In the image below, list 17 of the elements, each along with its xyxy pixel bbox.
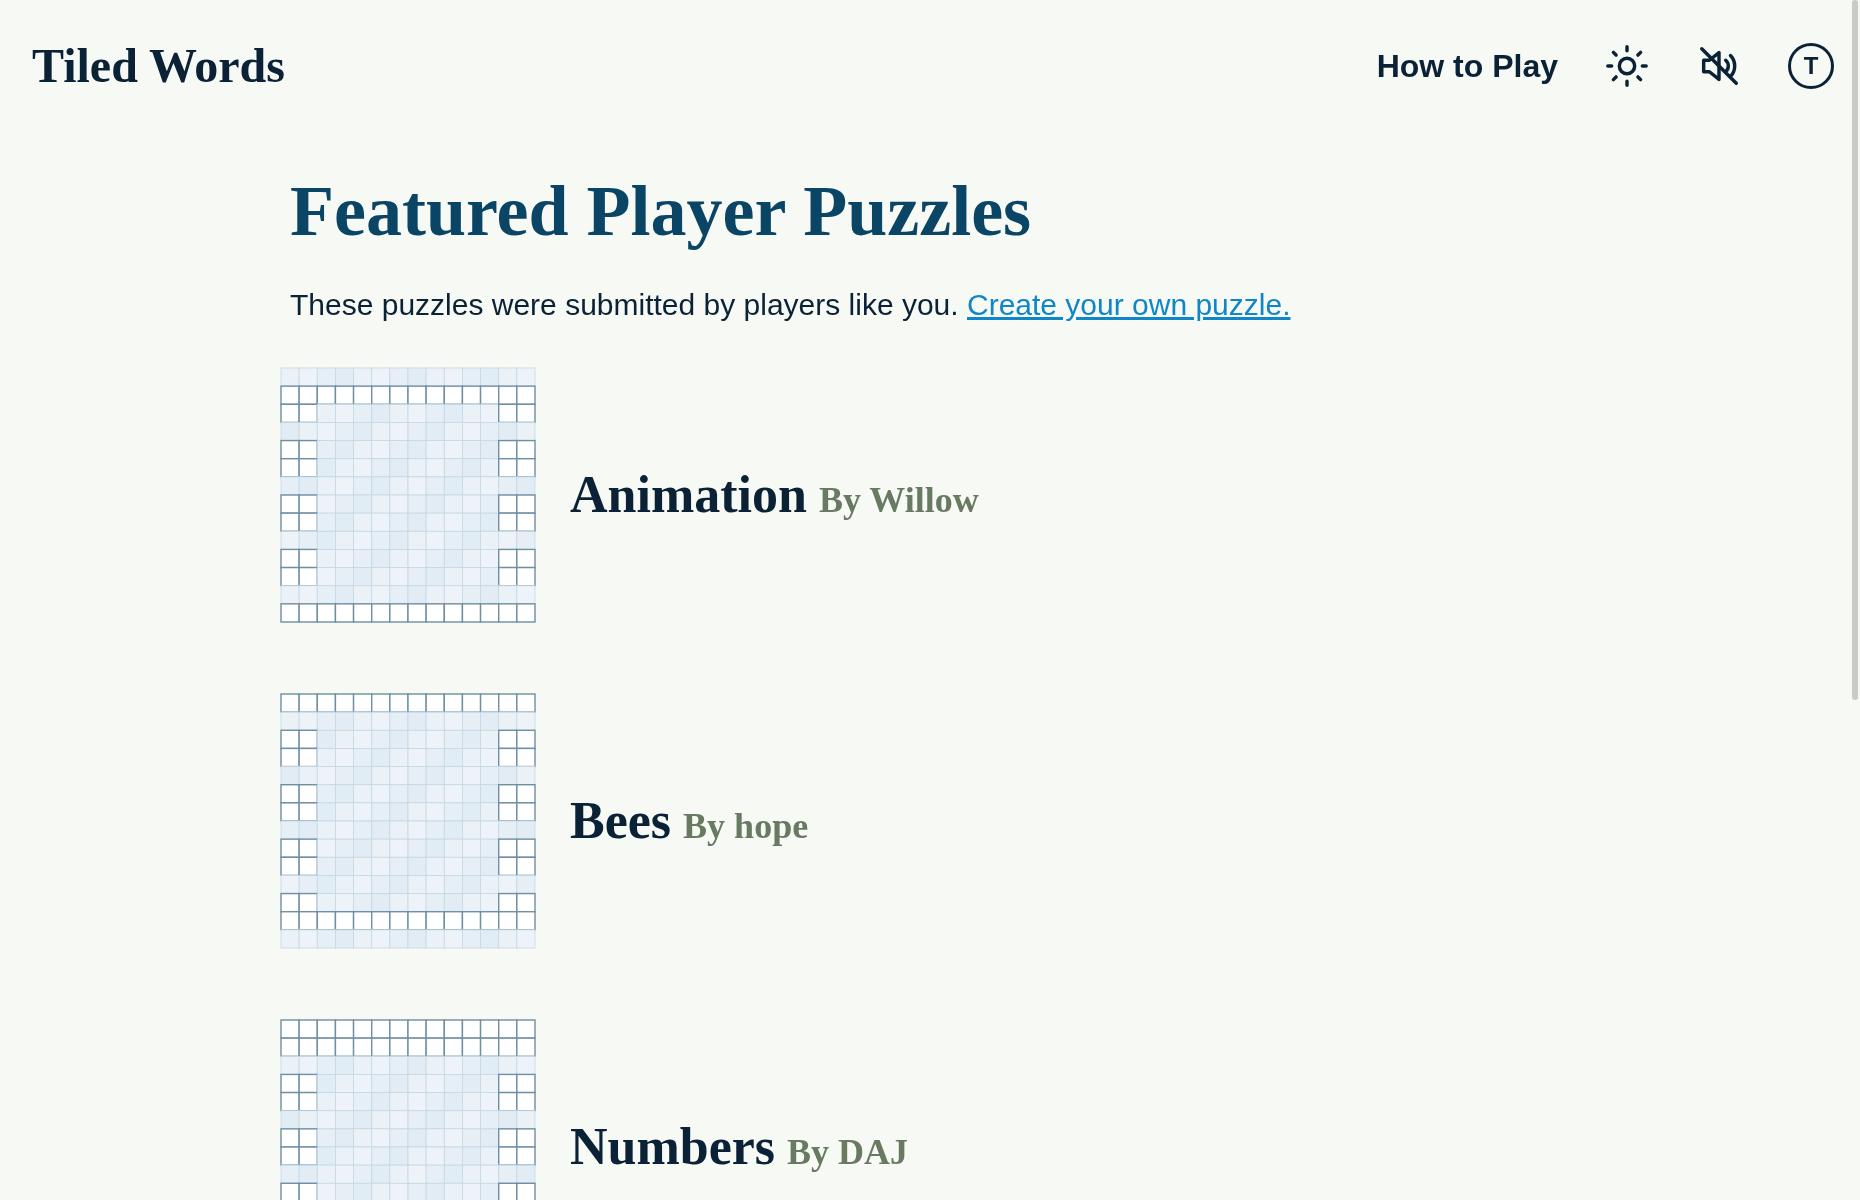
intro-text: These puzzles were submitted by players like you. Create your own puzzle. (290, 287, 1292, 324)
how-to-play-link[interactable]: How to Play (1376, 42, 1558, 90)
create-puzzle-link[interactable]: Create your own puzzle. (967, 288, 1291, 322)
puzzle-author: By DAJ (787, 1131, 909, 1175)
puzzle-author: By Willow (818, 479, 979, 523)
puzzle-title-link[interactable]: Numbers (570, 1108, 776, 1187)
avatar-button[interactable]: T (1788, 43, 1834, 89)
page-heading: Featured Player Puzzles (290, 170, 1033, 253)
puzzle-thumbnail-drawing[interactable] (280, 1019, 536, 1200)
scrollbar[interactable] (1852, 0, 1858, 700)
puzzle-thumbnail-drawing[interactable] (280, 693, 536, 950)
puzzle-thumbnail-drawing[interactable] (280, 367, 536, 624)
puzzle-author: By hope (683, 805, 809, 849)
sun-icon[interactable] (1604, 43, 1650, 89)
puzzle-title-link[interactable]: Animation (570, 456, 807, 535)
site-title[interactable]: Tiled Words (32, 30, 285, 102)
puzzle-title-link[interactable]: Bees (570, 782, 672, 861)
